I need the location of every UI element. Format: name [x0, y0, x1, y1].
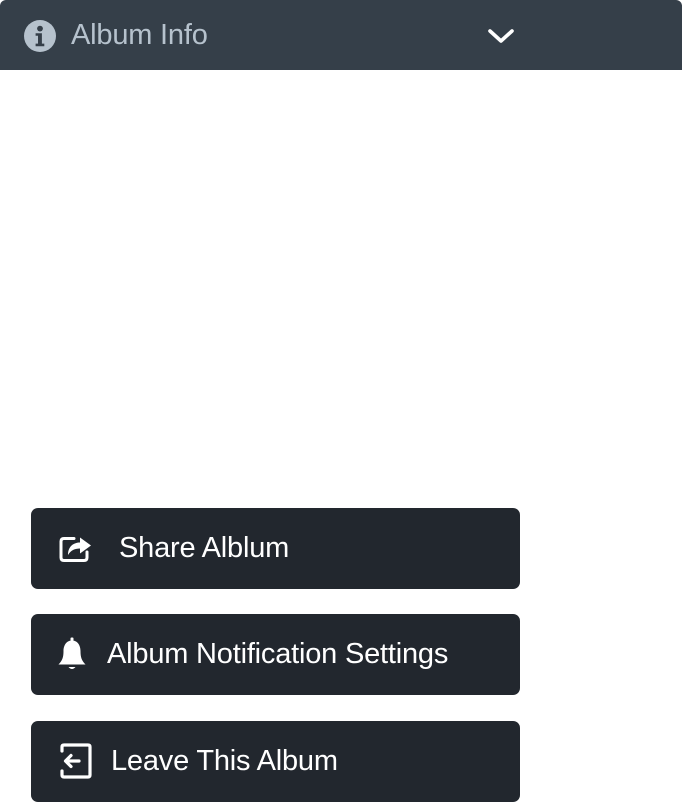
share-icon	[59, 537, 91, 562]
leave-album-label: Leave This Album	[111, 745, 338, 777]
album-info-title: Album Info	[71, 19, 208, 51]
share-album-label: Share Alblum	[119, 532, 290, 564]
bell-icon	[58, 637, 86, 669]
album-notification-settings-button[interactable]: Album Notification Settings	[31, 614, 520, 695]
leave-icon	[60, 743, 92, 779]
album-notification-settings-label: Album Notification Settings	[107, 638, 449, 670]
info-icon	[24, 20, 56, 52]
chevron-down-icon[interactable]	[486, 24, 516, 48]
album-info-header[interactable]: Album Info	[0, 0, 682, 70]
share-album-button[interactable]: Share Alblum	[31, 508, 520, 589]
leave-album-button[interactable]: Leave This Album	[31, 721, 520, 802]
